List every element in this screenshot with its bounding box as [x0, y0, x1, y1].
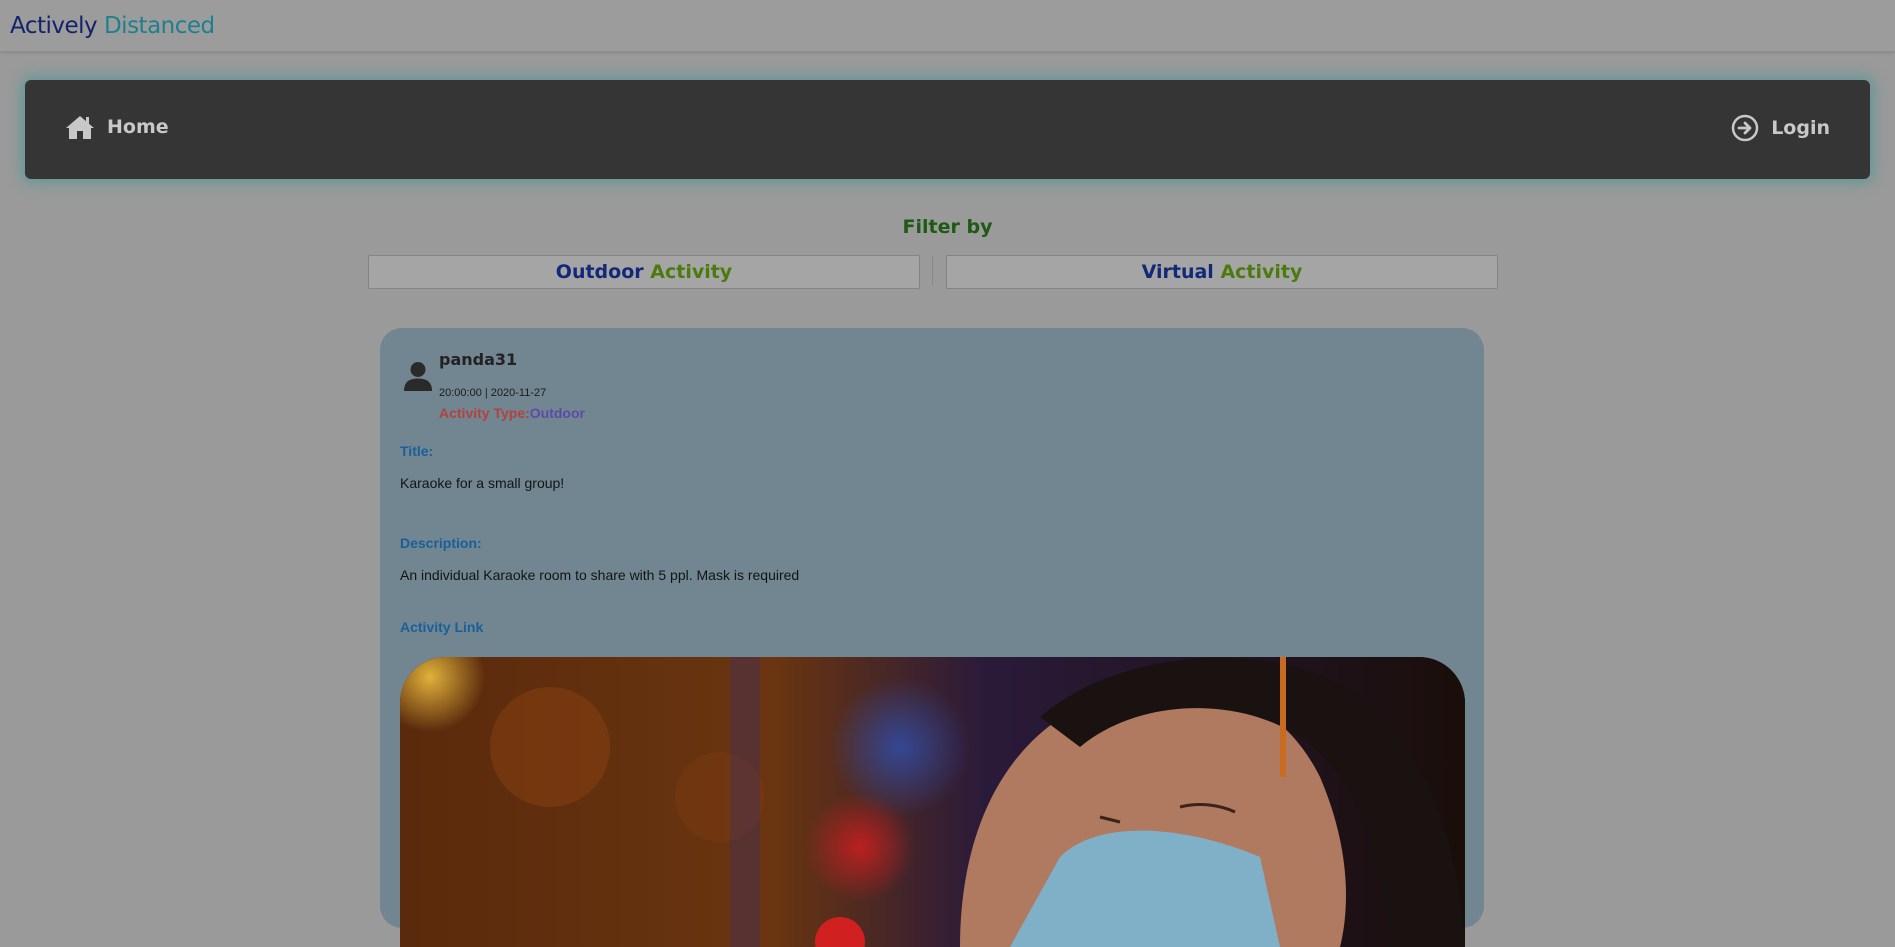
activity-type-value: Outdoor — [529, 405, 585, 421]
user-icon — [404, 362, 432, 391]
brand-word-1: Actively — [10, 13, 98, 39]
filter-virtual-button[interactable]: Virtual Activity — [946, 255, 1498, 289]
post-description: An individual Karaoke room to share with… — [400, 567, 800, 583]
filter-divider — [932, 256, 933, 286]
title-label: Title: — [400, 443, 434, 459]
brand-word-2: Distanced — [103, 13, 215, 39]
activity-link[interactable]: Activity Link — [400, 619, 483, 635]
top-header: Actively Distanced — [0, 0, 1895, 52]
site-logo[interactable]: Actively Distanced — [10, 13, 215, 39]
post-title: Karaoke for a small group! — [400, 475, 565, 491]
activity-type: Activity Type:Outdoor — [439, 405, 585, 421]
activity-post-card: panda31 20:00:00 | 2020-11-27 Activity T… — [380, 328, 1484, 947]
filter-outdoor-word-1: Outdoor — [555, 261, 644, 283]
filter-outdoor-word-2: Activity — [650, 261, 733, 283]
post-timestamp: 20:00:00 | 2020-11-27 — [439, 387, 547, 399]
circle-arrow-right-icon — [1731, 114, 1759, 142]
nav-home-link[interactable]: Home — [65, 114, 169, 140]
activity-photo — [400, 657, 1465, 947]
filter-virtual-word-2: Activity — [1220, 261, 1303, 283]
activity-type-label: Activity Type: — [439, 405, 530, 421]
main-navbar: Home Login — [25, 80, 1870, 179]
filter-virtual-word-1: Virtual — [1141, 261, 1214, 283]
post-username[interactable]: panda31 — [439, 350, 517, 369]
nav-login-link[interactable]: Login — [1731, 114, 1830, 142]
filter-outdoor-button[interactable]: Outdoor Activity — [368, 255, 920, 289]
filter-heading: Filter by — [902, 216, 993, 238]
nav-login-label: Login — [1771, 117, 1830, 139]
description-label: Description: — [400, 535, 482, 551]
nav-home-label: Home — [107, 116, 169, 138]
home-icon — [66, 116, 94, 139]
